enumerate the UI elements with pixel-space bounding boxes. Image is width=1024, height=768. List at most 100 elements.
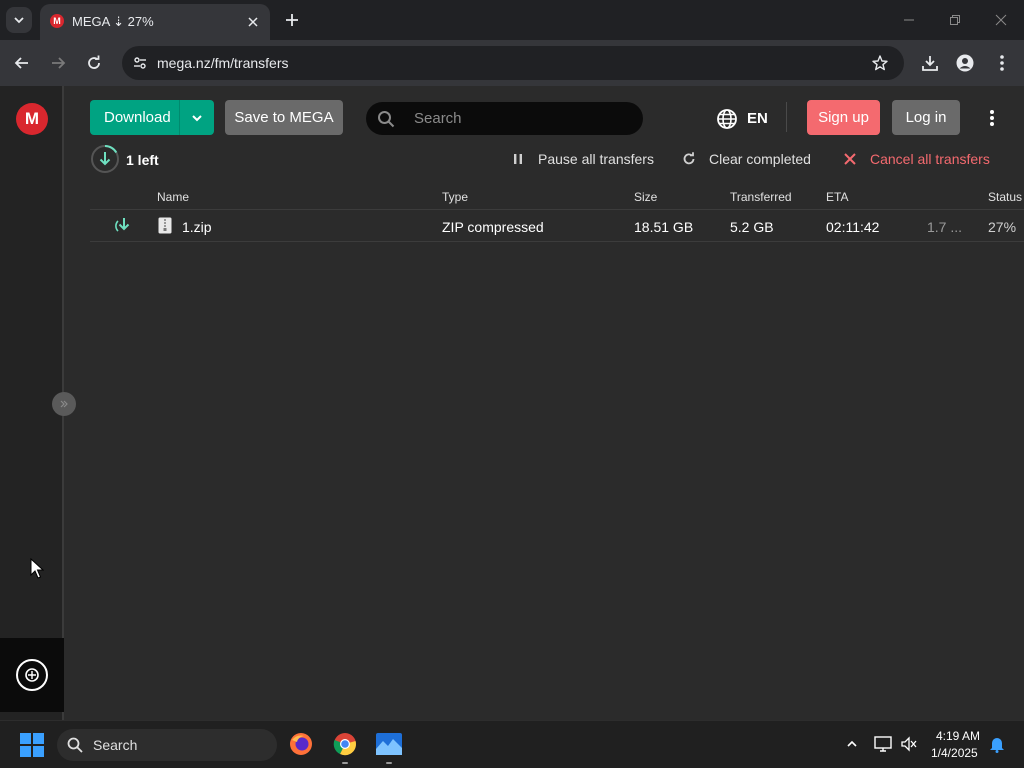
star-icon <box>872 55 888 71</box>
zip-file-icon <box>158 217 172 234</box>
mega-search-box[interactable] <box>366 102 643 135</box>
chrome-icon <box>333 733 356 756</box>
signup-button[interactable]: Sign up <box>807 100 880 135</box>
transfer-file-size: 18.51 GB <box>634 219 694 235</box>
arrow-left-icon <box>14 57 28 69</box>
cancel-all-transfers-button[interactable]: Cancel all transfers <box>841 149 990 169</box>
network-tray-button[interactable] <box>874 735 892 753</box>
address-bar[interactable]: mega.nz/fm/transfers <box>122 46 904 80</box>
pause-icon <box>509 150 527 168</box>
save-to-mega-button[interactable]: Save to MEGA <box>225 100 343 135</box>
notifications-button[interactable] <box>988 735 1006 753</box>
transfers-left-count: 1 left <box>126 152 159 168</box>
restore-button[interactable] <box>940 6 970 34</box>
forward-button[interactable] <box>45 50 71 76</box>
running-indicator <box>386 762 392 764</box>
close-window-button[interactable] <box>986 6 1016 34</box>
bell-icon <box>990 738 1004 753</box>
profile-button[interactable] <box>952 50 978 76</box>
column-header-status[interactable]: Status <box>988 190 1022 204</box>
close-icon <box>248 17 258 27</box>
volume-muted-icon <box>901 736 917 752</box>
tab-search-button[interactable] <box>6 7 32 33</box>
close-icon <box>841 150 859 168</box>
more-vertical-icon <box>1000 55 1004 71</box>
transfer-status: 27% <box>988 219 1017 235</box>
pause-all-transfers-button[interactable]: Pause all transfers <box>509 149 654 169</box>
search-input[interactable] <box>414 102 629 135</box>
downloading-icon <box>115 218 130 232</box>
globe-icon <box>717 109 737 129</box>
transfer-progress-ring-icon <box>91 144 119 173</box>
arrow-right-icon <box>52 57 66 69</box>
show-hidden-icons-button[interactable] <box>843 735 861 753</box>
transfer-eta: 02:11:42 <box>826 219 880 235</box>
chevrons-icon <box>60 400 68 408</box>
running-indicator <box>342 762 348 764</box>
mega-favicon-icon: M <box>50 14 64 28</box>
clock-date[interactable]: 1/4/2025 <box>931 746 978 760</box>
language-selector[interactable]: EN <box>716 106 772 130</box>
login-button[interactable]: Log in <box>892 100 960 135</box>
column-header-transferred[interactable]: Transferred <box>730 190 792 204</box>
tab-close-button[interactable] <box>244 13 262 31</box>
column-header-eta[interactable]: ETA <box>826 190 848 204</box>
browser-tab-mega[interactable]: M MEGA ⇣ 27% <box>40 4 270 40</box>
windows-start-icon[interactable] <box>20 733 44 757</box>
new-tab-button[interactable] <box>280 8 304 32</box>
close-icon <box>995 14 1007 26</box>
more-vertical-icon <box>990 110 994 126</box>
taskbar-search-label: Search <box>93 737 138 753</box>
transfer-speed: 1.7 ... <box>927 219 963 235</box>
firefox-icon <box>290 733 312 755</box>
windows-taskbar: Search 4:19 AM 1/4/2025 <box>0 720 1024 768</box>
search-icon <box>376 109 396 129</box>
back-button[interactable] <box>9 50 35 76</box>
column-header-name[interactable]: Name <box>157 190 189 204</box>
sidebar-bottom-panel <box>0 638 64 712</box>
photos-icon <box>376 733 402 755</box>
firefox-taskbar-button[interactable] <box>288 731 314 757</box>
chevron-down-icon <box>14 17 24 24</box>
column-header-type[interactable]: Type <box>442 190 468 204</box>
chevron-up-icon <box>847 740 857 747</box>
tab-title: MEGA ⇣ 27% <box>72 14 154 29</box>
volume-tray-button[interactable] <box>900 735 918 753</box>
cancel-all-label: Cancel all transfers <box>870 151 990 167</box>
reload-icon <box>88 55 100 69</box>
downloads-button[interactable] <box>917 50 943 76</box>
reload-button[interactable] <box>81 50 107 76</box>
plus-icon <box>286 14 298 26</box>
mega-logo-icon[interactable]: M <box>16 103 48 135</box>
page-menu-button[interactable] <box>980 106 1004 130</box>
clock-time[interactable]: 4:19 AM <box>936 729 980 743</box>
clear-completed-label: Clear completed <box>709 151 811 167</box>
table-row[interactable]: 1.zip ZIP compressed 18.51 GB 5.2 GB 02:… <box>90 210 1024 242</box>
download-button[interactable]: Download <box>90 100 214 135</box>
taskbar-search-box[interactable]: Search <box>57 729 277 761</box>
download-dropdown-button[interactable] <box>180 100 214 135</box>
bookmark-button[interactable] <box>870 53 890 73</box>
download-label: Download <box>104 109 171 126</box>
sidebar-toggle-button[interactable] <box>52 392 76 416</box>
site-info-button[interactable] <box>128 51 152 75</box>
browser-tab-strip: M MEGA ⇣ 27% <box>0 0 1024 40</box>
clear-completed-button[interactable]: Clear completed <box>680 149 811 169</box>
chrome-taskbar-button[interactable] <box>332 731 358 764</box>
profile-icon <box>956 54 974 72</box>
mouse-cursor-icon <box>30 558 44 579</box>
transfer-transferred: 5.2 GB <box>730 219 774 235</box>
photos-taskbar-button[interactable] <box>376 731 402 764</box>
url-text[interactable]: mega.nz/fm/transfers <box>157 55 289 71</box>
minimize-icon <box>904 19 914 21</box>
header-divider <box>786 102 787 132</box>
minimize-button[interactable] <box>894 6 924 34</box>
transfer-file-type: ZIP compressed <box>442 219 544 235</box>
browser-menu-button[interactable] <box>989 50 1015 76</box>
network-icon <box>874 736 892 752</box>
sync-glyph-icon <box>25 668 39 682</box>
refresh-icon <box>680 150 698 168</box>
chevron-down-icon <box>192 114 202 121</box>
column-header-size[interactable]: Size <box>634 190 657 204</box>
sync-icon[interactable] <box>16 659 48 691</box>
